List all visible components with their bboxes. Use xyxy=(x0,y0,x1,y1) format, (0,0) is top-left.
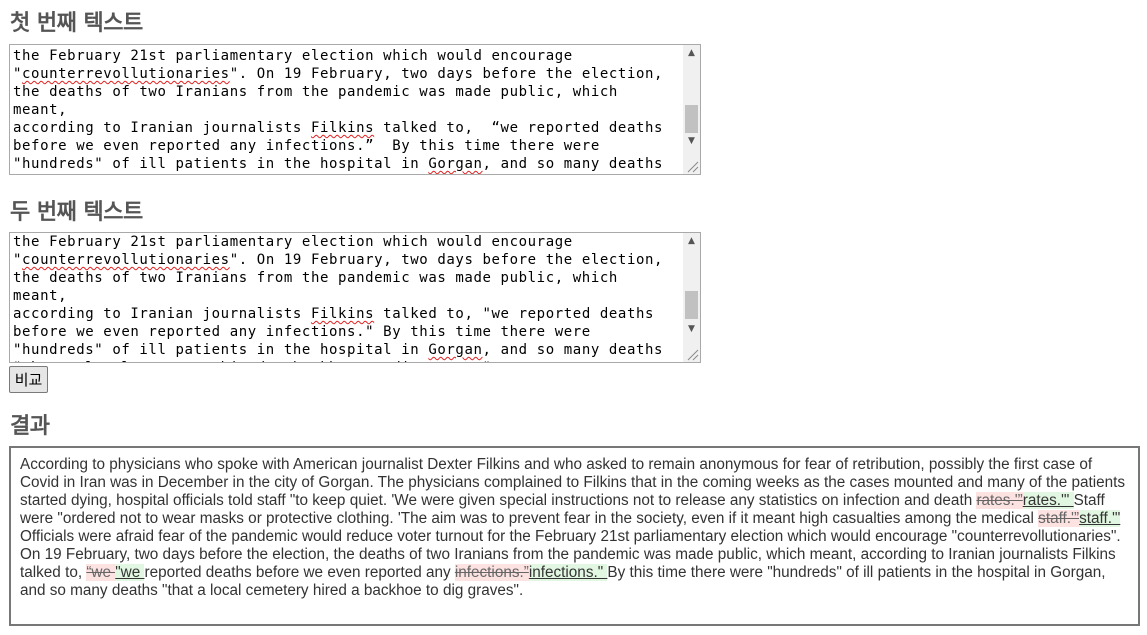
scroll-thumb[interactable] xyxy=(685,291,698,319)
first-textarea[interactable]: the February 21st parliamentary election… xyxy=(9,44,701,175)
scroll-up-arrow-icon[interactable]: ▲ xyxy=(683,45,700,62)
inserted-text: "we xyxy=(115,564,145,581)
misspelled-word: Gorgan xyxy=(428,156,483,172)
scroll-down-arrow-icon[interactable]: ▼ xyxy=(683,321,700,338)
deleted-text: rates.'” xyxy=(976,492,1023,509)
deleted-text: “we xyxy=(86,564,116,581)
result-text: reported deaths before we even reported … xyxy=(144,564,455,581)
second-textarea[interactable]: the February 21st parliamentary election… xyxy=(9,232,701,363)
deleted-text: infections.” xyxy=(454,564,529,581)
compare-button[interactable]: 비교 xyxy=(9,366,48,393)
second-textarea-content[interactable]: the February 21st parliamentary election… xyxy=(13,233,678,362)
scroll-up-arrow-icon[interactable]: ▲ xyxy=(683,233,700,250)
misspelled-word: Gorgan xyxy=(428,342,483,358)
misspelled-word: counterrevollutionaries xyxy=(22,66,230,82)
first-textarea-content[interactable]: the February 21st parliamentary election… xyxy=(13,47,678,174)
second-text-heading: 두 번째 텍스트 xyxy=(10,200,143,225)
deleted-text: staff.'” xyxy=(1038,510,1080,527)
misspelled-word: Filkins xyxy=(310,120,375,136)
inserted-text: infections." xyxy=(528,564,608,581)
result-heading: 결과 xyxy=(10,414,50,439)
result-panel: According to physicians who spoke with A… xyxy=(9,446,1140,626)
resize-grip-icon[interactable] xyxy=(685,347,699,361)
first-textarea-scrollbar[interactable]: ▲ ▼ xyxy=(683,45,700,174)
scroll-down-arrow-icon[interactable]: ▼ xyxy=(683,133,700,150)
misspelled-word: counterrevollutionaries xyxy=(22,252,230,268)
misspelled-word: Filkins xyxy=(310,306,375,322)
scroll-thumb[interactable] xyxy=(685,105,698,133)
first-text-heading: 첫 번째 텍스트 xyxy=(10,11,143,36)
result-text: According to physicians who spoke with A… xyxy=(20,456,1126,509)
inserted-text: rates.'" xyxy=(1022,492,1074,509)
second-textarea-scrollbar[interactable]: ▲ ▼ xyxy=(683,233,700,362)
resize-grip-icon[interactable] xyxy=(685,159,699,173)
inserted-text: staff.'" xyxy=(1079,510,1121,527)
